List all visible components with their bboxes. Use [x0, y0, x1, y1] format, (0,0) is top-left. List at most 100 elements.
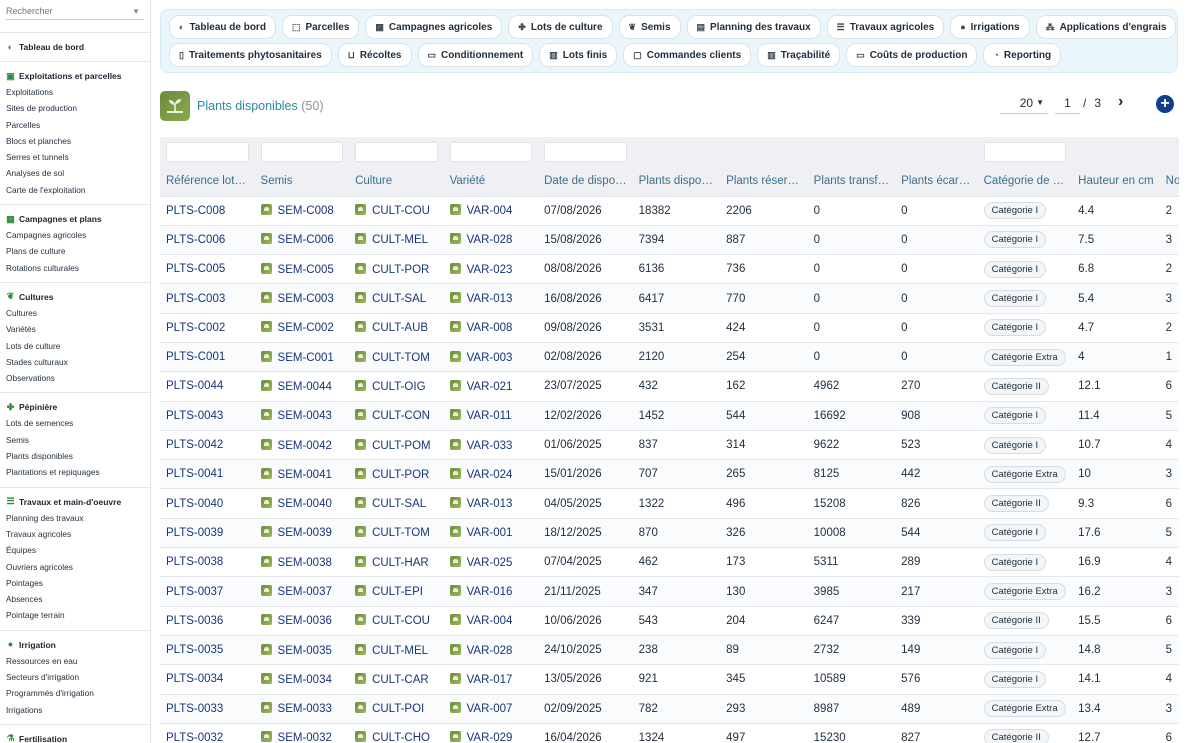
table-cell[interactable]: CULT-TOM: [349, 342, 444, 373]
sidebar-item[interactable]: Semis: [6, 432, 150, 448]
reference-link[interactable]: CULT-SAL: [372, 293, 426, 305]
nav-button[interactable]: ◐ Tableau de bord: [169, 15, 276, 39]
record-link[interactable]: PLTS-0036: [166, 615, 223, 627]
table-row[interactable]: PLTS-0041 SEM-0041 CULT-POR VAR-024 15/01/20…: [160, 459, 1179, 490]
table-cell[interactable]: PLTS-0032: [160, 723, 255, 743]
sidebar-item[interactable]: Serres et tunnels: [6, 149, 150, 165]
table-cell[interactable]: VAR-011: [443, 401, 539, 431]
column-header[interactable]: Plants transférés: [807, 166, 896, 197]
table-cell[interactable]: PLTS-C001: [160, 342, 255, 373]
reference-link[interactable]: CULT-MEL: [372, 645, 428, 657]
sidebar-item[interactable]: Ouvriers agricoles: [6, 559, 150, 575]
reference-link[interactable]: SEM-0043: [278, 410, 332, 422]
table-cell[interactable]: VAR-017: [443, 664, 539, 695]
column-header[interactable]: Référence lot de plants: [160, 166, 255, 197]
sidebar-item[interactable]: Plans de culture: [6, 243, 150, 259]
table-cell[interactable]: PLTS-0044: [160, 371, 255, 402]
reference-link[interactable]: CULT-EPI: [372, 586, 423, 598]
reference-link[interactable]: VAR-003: [467, 352, 513, 364]
sidebar-item[interactable]: Travaux agricoles: [6, 526, 150, 542]
table-cell[interactable]: VAR-024: [443, 459, 539, 490]
record-link[interactable]: PLTS-C002: [166, 322, 225, 334]
nav-button[interactable]: ☰ Travaux agricoles: [826, 15, 945, 39]
table-row[interactable]: PLTS-0036 SEM-0036 CULT-COU VAR-004 10/06/20…: [160, 606, 1179, 636]
nav-button[interactable]: ✤ Lots de culture: [508, 15, 613, 39]
table-cell[interactable]: SEM-0038: [254, 547, 350, 578]
table-cell[interactable]: SEM-0034: [254, 664, 350, 695]
table-cell[interactable]: PLTS-0034: [160, 664, 255, 695]
reference-link[interactable]: CULT-MEL: [372, 234, 428, 246]
record-link[interactable]: PLTS-0037: [166, 586, 223, 598]
table-cell[interactable]: SEM-C001: [254, 342, 350, 373]
reference-link[interactable]: CULT-POI: [372, 703, 424, 715]
table-cell[interactable]: VAR-004: [443, 196, 539, 226]
reference-link[interactable]: VAR-028: [467, 645, 513, 657]
table-row[interactable]: PLTS-C005 SEM-C005 CULT-POR VAR-023 08/08/20…: [160, 254, 1179, 285]
table-cell[interactable]: PLTS-0037: [160, 576, 255, 607]
nav-button[interactable]: ▥ Traçabilité: [757, 43, 841, 67]
table-cell[interactable]: VAR-003: [443, 342, 539, 373]
reference-link[interactable]: CULT-POR: [372, 469, 429, 481]
table-row[interactable]: PLTS-C008 SEM-C008 CULT-COU VAR-004 07/08/20…: [160, 196, 1179, 226]
reference-link[interactable]: CULT-OIG: [372, 381, 425, 393]
table-cell[interactable]: VAR-013: [443, 283, 539, 314]
column-header[interactable]: Nombre de feuilles: [1159, 166, 1179, 197]
nav-button[interactable]: ▤ Planning des travaux: [686, 15, 821, 39]
reference-link[interactable]: CULT-CHO: [372, 732, 430, 743]
sidebar-item[interactable]: Secteurs d'irrigation: [6, 669, 150, 685]
reference-link[interactable]: SEM-0032: [278, 732, 332, 743]
sidebar-item[interactable]: Analyses de sol: [6, 165, 150, 181]
table-cell[interactable]: VAR-016: [443, 576, 539, 607]
table-cell[interactable]: SEM-0033: [254, 694, 350, 724]
table-cell[interactable]: SEM-0036: [254, 606, 350, 636]
sidebar-item[interactable]: Irrigations: [6, 702, 150, 718]
sidebar-section-header[interactable]: ▦ Campagnes et plans: [6, 211, 150, 227]
table-row[interactable]: PLTS-C003 SEM-C003 CULT-SAL VAR-013 16/08/20…: [160, 283, 1179, 314]
sidebar-item[interactable]: Ressources en eau: [6, 653, 150, 669]
reference-link[interactable]: CULT-HAR: [372, 557, 429, 569]
table-cell[interactable]: SEM-0043: [254, 401, 350, 431]
column-header[interactable]: Plants écartés: [895, 166, 978, 197]
reference-link[interactable]: VAR-033: [467, 440, 513, 452]
reference-link[interactable]: CULT-COU: [372, 205, 430, 217]
table-cell[interactable]: VAR-033: [443, 430, 539, 461]
record-link[interactable]: PLTS-C005: [166, 263, 225, 275]
table-cell[interactable]: PLTS-0036: [160, 606, 255, 636]
reference-link[interactable]: SEM-0034: [278, 674, 332, 686]
nav-button[interactable]: ❦ Semis: [618, 15, 681, 39]
record-link[interactable]: PLTS-0044: [166, 380, 223, 392]
table-cell[interactable]: CULT-MEL: [349, 635, 444, 666]
table-cell[interactable]: PLTS-C005: [160, 254, 255, 285]
table-cell[interactable]: CULT-POR: [349, 459, 444, 490]
reference-link[interactable]: VAR-017: [467, 674, 513, 686]
table-row[interactable]: PLTS-0033 SEM-0033 CULT-POI VAR-007 02/09/20…: [160, 694, 1179, 724]
next-page-icon[interactable]: ›: [1118, 93, 1123, 111]
sidebar-section-header[interactable]: ✤ Pépinière: [6, 399, 150, 415]
table-cell[interactable]: VAR-004: [443, 606, 539, 636]
table-cell[interactable]: CULT-POI: [349, 694, 444, 724]
sidebar-section-header[interactable]: ☰ Travaux et main-d'oeuvre: [6, 494, 150, 510]
sidebar-item[interactable]: Absences: [6, 591, 150, 607]
sidebar-section-header[interactable]: ❦ Cultures: [6, 289, 150, 305]
filter-input[interactable]: [355, 142, 438, 162]
filter-input[interactable]: [544, 142, 627, 162]
reference-link[interactable]: VAR-007: [467, 703, 513, 715]
table-cell[interactable]: CULT-EPI: [349, 576, 444, 607]
table-row[interactable]: PLTS-0044 SEM-0044 CULT-OIG VAR-021 23/07/20…: [160, 371, 1179, 402]
table-cell[interactable]: SEM-C005: [254, 254, 350, 285]
reference-link[interactable]: CULT-AUB: [372, 322, 428, 334]
reference-link[interactable]: SEM-0042: [278, 440, 332, 452]
table-cell[interactable]: PLTS-C003: [160, 283, 255, 314]
table-cell[interactable]: CULT-COU: [349, 196, 444, 226]
sidebar-item[interactable]: Cultures: [6, 305, 150, 321]
table-row[interactable]: PLTS-0037 SEM-0037 CULT-EPI VAR-016 21/11/20…: [160, 576, 1179, 607]
reference-link[interactable]: SEM-0035: [278, 645, 332, 657]
filter-input[interactable]: [166, 142, 249, 162]
nav-button[interactable]: ⁂ Applications d'engrais: [1035, 15, 1177, 39]
table-row[interactable]: PLTS-C001 SEM-C001 CULT-TOM VAR-003 02/08/20…: [160, 342, 1179, 373]
table-cell[interactable]: CULT-POM: [349, 430, 444, 461]
reference-link[interactable]: VAR-011: [467, 410, 512, 422]
table-cell[interactable]: CULT-SAL: [349, 283, 444, 314]
table-cell[interactable]: VAR-028: [443, 635, 539, 666]
reference-link[interactable]: SEM-0040: [278, 498, 332, 510]
